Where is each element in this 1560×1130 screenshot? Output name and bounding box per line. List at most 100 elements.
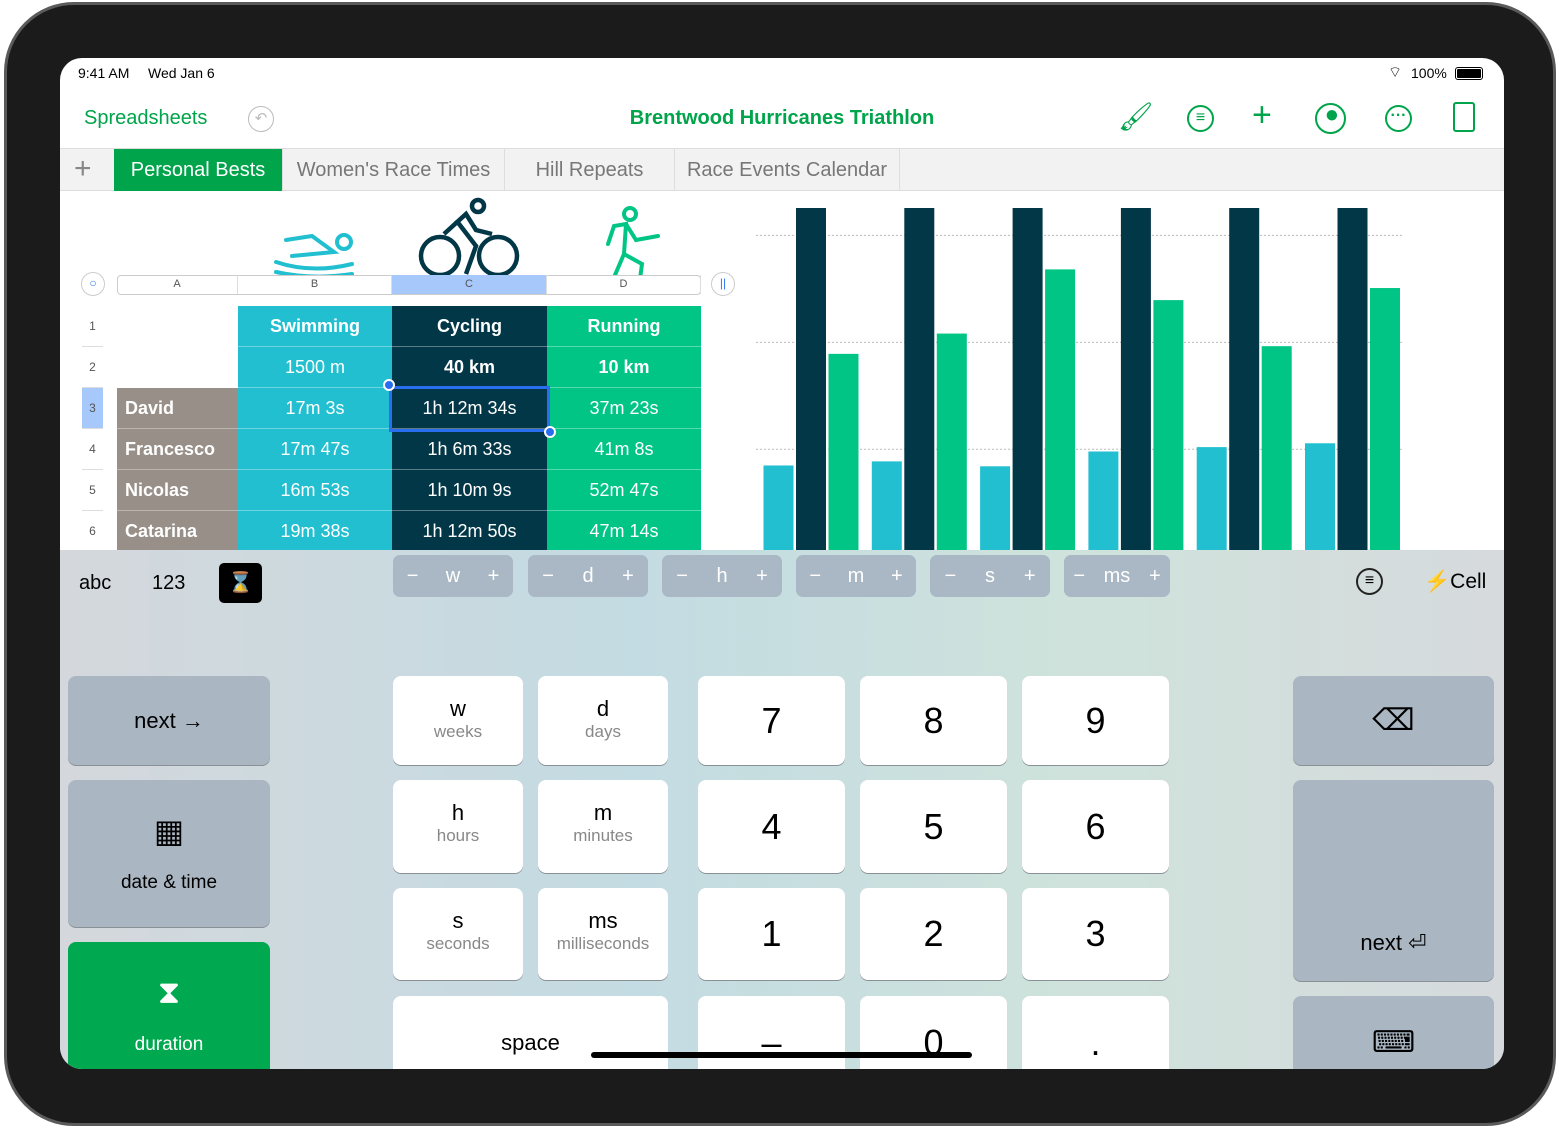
select-table-handle[interactable]: ○ bbox=[81, 272, 105, 296]
stepper-d[interactable]: − d + bbox=[528, 555, 648, 597]
stepper-w[interactable]: − w + bbox=[393, 555, 513, 597]
plus-icon[interactable]: + bbox=[1252, 96, 1272, 135]
stepper-h[interactable]: − h + bbox=[662, 555, 782, 597]
increment-button[interactable]: + bbox=[756, 565, 768, 588]
run-time-cell[interactable]: 37m 23s bbox=[547, 388, 701, 429]
cycle-time-cell[interactable]: 1h 6m 33s bbox=[392, 429, 547, 470]
row-header-3[interactable]: 3 bbox=[82, 388, 103, 429]
bar-chart[interactable] bbox=[750, 208, 1410, 550]
digit-key[interactable]: 8 bbox=[860, 676, 1007, 765]
cycle-time-cell[interactable]: 1h 12m 50s bbox=[392, 511, 547, 552]
athlete-name-cell[interactable]: Catarina bbox=[117, 511, 238, 552]
abc-mode-button[interactable]: abc bbox=[79, 572, 111, 595]
row-header-5[interactable]: 5 bbox=[82, 470, 103, 511]
header-cell[interactable]: Cycling bbox=[392, 306, 547, 347]
unit-key-h[interactable]: h hours bbox=[393, 780, 523, 873]
header-cell[interactable]: Running bbox=[547, 306, 701, 347]
unit-key-s[interactable]: s seconds bbox=[393, 888, 523, 980]
cell-button[interactable]: ⚡Cell bbox=[1424, 570, 1486, 594]
decrement-button[interactable]: − bbox=[407, 565, 419, 588]
decrement-button[interactable]: − bbox=[944, 565, 956, 588]
filter-icon[interactable]: ≡ bbox=[1187, 105, 1214, 132]
reading-view-icon[interactable] bbox=[1453, 102, 1475, 132]
tab-race-events-calendar[interactable]: Race Events Calendar bbox=[675, 149, 900, 191]
bar-1-0[interactable] bbox=[763, 465, 794, 550]
row-header-2[interactable]: 2 bbox=[82, 347, 103, 388]
bar-5-1[interactable] bbox=[1229, 208, 1260, 550]
distance-cell[interactable]: 1500 m bbox=[238, 347, 392, 388]
distance-cell[interactable]: 10 km bbox=[547, 347, 701, 388]
digit-key[interactable]: 5 bbox=[860, 780, 1007, 873]
swim-time-cell[interactable]: 16m 53s bbox=[238, 470, 392, 511]
unit-key-ms[interactable]: ms milliseconds bbox=[538, 888, 668, 980]
selection-handle-start[interactable] bbox=[383, 379, 395, 391]
swim-time-cell[interactable]: 17m 3s bbox=[238, 388, 392, 429]
duration-button[interactable]: ⧗ duration bbox=[68, 942, 270, 1069]
bar-4-2[interactable] bbox=[1153, 300, 1184, 550]
athlete-name-cell[interactable]: David bbox=[117, 388, 238, 429]
digit-key[interactable]: 0 bbox=[860, 996, 1007, 1069]
format-options-icon[interactable]: ≡ bbox=[1356, 568, 1383, 595]
increment-button[interactable]: + bbox=[1149, 565, 1161, 588]
run-time-cell[interactable]: 41m 8s bbox=[547, 429, 701, 470]
bar-5-2[interactable] bbox=[1261, 346, 1292, 550]
bar-2-1[interactable] bbox=[904, 208, 935, 550]
athlete-name-cell[interactable]: Nicolas bbox=[117, 470, 238, 511]
space-key[interactable]: space bbox=[393, 996, 668, 1069]
spreadsheets-back-button[interactable]: Spreadsheets bbox=[84, 107, 207, 130]
add-sheet-button[interactable]: + bbox=[74, 149, 92, 189]
run-time-cell[interactable]: 52m 47s bbox=[547, 470, 701, 511]
dismiss-keyboard-key[interactable]: ⌨ bbox=[1293, 996, 1494, 1069]
swim-time-cell[interactable]: 19m 38s bbox=[238, 511, 392, 552]
header-cell[interactable]: Swimming bbox=[238, 306, 392, 347]
undo-icon[interactable]: ↶ bbox=[248, 106, 274, 132]
swim-time-cell[interactable]: 17m 47s bbox=[238, 429, 392, 470]
bar-6-0[interactable] bbox=[1305, 443, 1335, 550]
collaborate-icon[interactable] bbox=[1315, 103, 1346, 134]
row-header-6[interactable]: 6 bbox=[82, 511, 103, 552]
digit-key[interactable]: 9 bbox=[1022, 676, 1169, 765]
add-column-handle[interactable]: || bbox=[711, 272, 735, 296]
row-header-1[interactable]: 1 bbox=[82, 306, 103, 347]
bar-3-0[interactable] bbox=[980, 466, 1011, 550]
increment-button[interactable]: + bbox=[622, 565, 634, 588]
run-time-cell[interactable]: 47m 14s bbox=[547, 511, 701, 552]
unit-key-w[interactable]: w weeks bbox=[393, 676, 523, 765]
digit-key[interactable]: – bbox=[698, 996, 845, 1069]
bar-4-1[interactable] bbox=[1120, 208, 1151, 550]
digit-key[interactable]: 1 bbox=[698, 888, 845, 980]
unit-key-d[interactable]: d days bbox=[538, 676, 668, 765]
tab-hill-repeats[interactable]: Hill Repeats bbox=[505, 149, 675, 191]
paintbrush-icon[interactable]: 🖌 bbox=[1118, 100, 1154, 133]
bar-6-1[interactable] bbox=[1337, 208, 1368, 550]
date-duration-mode-icon[interactable]: ⌛ bbox=[219, 563, 262, 603]
column-header-d[interactable]: D bbox=[547, 275, 701, 294]
tab-personal-bests[interactable]: Personal Bests bbox=[114, 149, 283, 191]
digit-key[interactable]: . bbox=[1022, 996, 1169, 1069]
bar-2-0[interactable] bbox=[871, 461, 902, 550]
next-button[interactable]: next → bbox=[68, 676, 270, 765]
row-header-4[interactable]: 4 bbox=[82, 429, 103, 470]
delete-key[interactable]: ⌫ bbox=[1293, 676, 1494, 765]
bar-4-0[interactable] bbox=[1088, 451, 1119, 550]
digit-key[interactable]: 6 bbox=[1022, 780, 1169, 873]
decrement-button[interactable]: − bbox=[542, 565, 554, 588]
digit-key[interactable]: 7 bbox=[698, 676, 845, 765]
digit-key[interactable]: 3 bbox=[1022, 888, 1169, 980]
cycle-time-cell[interactable]: 1h 10m 9s bbox=[392, 470, 547, 511]
stepper-m[interactable]: − m + bbox=[796, 555, 916, 597]
unit-key-m[interactable]: m minutes bbox=[538, 780, 668, 873]
123-mode-button[interactable]: 123 bbox=[152, 572, 185, 595]
column-header-a[interactable]: A bbox=[117, 275, 238, 294]
bar-3-1[interactable] bbox=[1012, 208, 1043, 550]
bar-5-0[interactable] bbox=[1196, 447, 1227, 550]
increment-button[interactable]: + bbox=[1024, 565, 1036, 588]
selection-handle-end[interactable] bbox=[544, 426, 556, 438]
decrement-button[interactable]: − bbox=[809, 565, 821, 588]
stepper-ms[interactable]: − ms + bbox=[1064, 555, 1170, 597]
digit-key[interactable]: 4 bbox=[698, 780, 845, 873]
increment-button[interactable]: + bbox=[891, 565, 903, 588]
digit-key[interactable]: 2 bbox=[860, 888, 1007, 980]
bar-6-2[interactable] bbox=[1370, 288, 1400, 550]
bar-1-2[interactable] bbox=[828, 353, 859, 550]
